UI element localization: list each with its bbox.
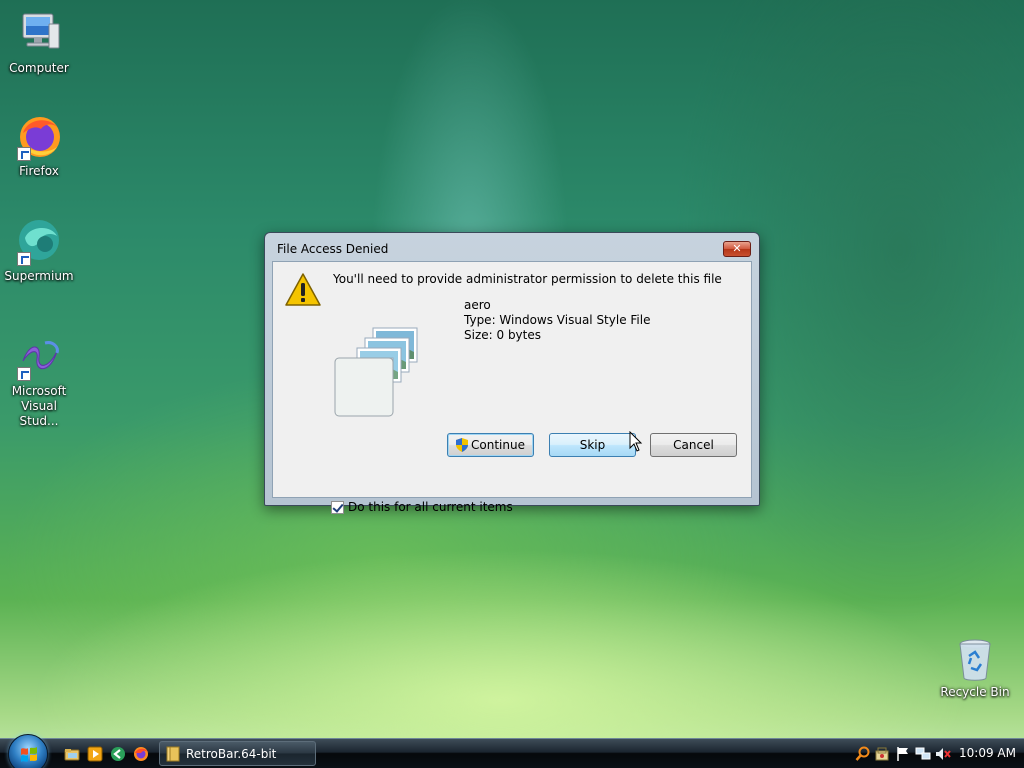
cancel-button[interactable]: Cancel	[650, 433, 737, 457]
desktop-icon-label: Visual Stud...	[19, 399, 59, 428]
continue-button-label: Continue	[471, 438, 525, 452]
file-name: aero	[464, 298, 491, 312]
taskbar-clock[interactable]: 10:09 AM	[959, 746, 1016, 760]
uac-shield-icon	[456, 438, 469, 452]
desktop-icon-label: Recycle Bin	[940, 685, 1010, 699]
warning-icon	[284, 272, 322, 308]
media-player-icon[interactable]	[87, 746, 103, 762]
mouse-cursor-icon	[629, 431, 643, 452]
desktop-icon-computer[interactable]: Computer	[1, 10, 77, 76]
shortcut-arrow-icon	[17, 252, 31, 266]
skip-button[interactable]: Skip	[549, 433, 636, 457]
cancel-button-label: Cancel	[673, 438, 714, 452]
shortcut-arrow-icon	[17, 367, 31, 381]
desktop-icon-supermium[interactable]: Supermium	[1, 218, 77, 284]
close-button[interactable]: ✕	[723, 241, 751, 257]
explorer-icon[interactable]	[64, 746, 80, 762]
desktop-icon-label: Microsoft	[11, 384, 67, 398]
folder-icon	[166, 746, 180, 761]
search-icon[interactable]	[855, 746, 871, 762]
visual-studio-icon	[15, 333, 63, 381]
file-access-denied-dialog: File Access Denied ✕ You'll need to prov…	[264, 232, 760, 514]
file-type: Type: Windows Visual Style File	[464, 313, 651, 327]
windows-logo-icon	[21, 747, 37, 762]
task-button-label: RetroBar.64-bit	[186, 746, 277, 761]
desktop-icon-label: Supermium	[4, 269, 74, 283]
dialog-title: File Access Denied	[277, 242, 389, 256]
start-button[interactable]	[8, 734, 48, 768]
file-details: aero Type: Windows Visual Style File Siz…	[464, 298, 650, 343]
recycle-bin-icon	[951, 638, 999, 682]
desktop-icon-firefox[interactable]: Firefox	[1, 113, 77, 179]
desktop-icon-label: Firefox	[19, 164, 59, 178]
dialog-body: You'll need to provide administrator per…	[272, 261, 752, 514]
apply-to-all-label: Do this for all current items	[348, 500, 513, 514]
apply-to-all-row[interactable]: Do this for all current items	[331, 500, 513, 514]
skip-button-label: Skip	[579, 438, 606, 452]
flag-icon[interactable]	[895, 746, 911, 762]
file-preview-icon	[333, 320, 453, 420]
apply-to-all-checkbox[interactable]	[331, 500, 344, 514]
desktop-icon-label: Computer	[9, 61, 69, 75]
computer-icon	[15, 10, 63, 58]
desktop-icon-visual-studio[interactable]: Microsoft Visual Stud...	[1, 333, 77, 429]
back-arrow-icon[interactable]	[110, 746, 126, 762]
shortcut-arrow-icon	[17, 147, 31, 161]
volume-muted-icon[interactable]	[935, 746, 951, 762]
desktop-icon-recycle-bin[interactable]: Recycle Bin	[937, 638, 1013, 700]
firefox-icon[interactable]	[133, 746, 149, 762]
supermium-icon	[15, 218, 63, 266]
task-button-retrobar[interactable]: RetroBar.64-bit	[159, 741, 316, 766]
file-size: Size: 0 bytes	[464, 328, 541, 342]
dialog-message: You'll need to provide administrator per…	[333, 272, 722, 286]
network-icon[interactable]	[915, 746, 931, 762]
security-icon[interactable]	[874, 746, 890, 762]
continue-button[interactable]: Continue	[447, 433, 534, 457]
taskbar: RetroBar.64-bit 10:09 AM	[0, 734, 1024, 768]
dialog-titlebar[interactable]: File Access Denied ✕	[265, 233, 759, 261]
firefox-icon	[15, 113, 63, 161]
